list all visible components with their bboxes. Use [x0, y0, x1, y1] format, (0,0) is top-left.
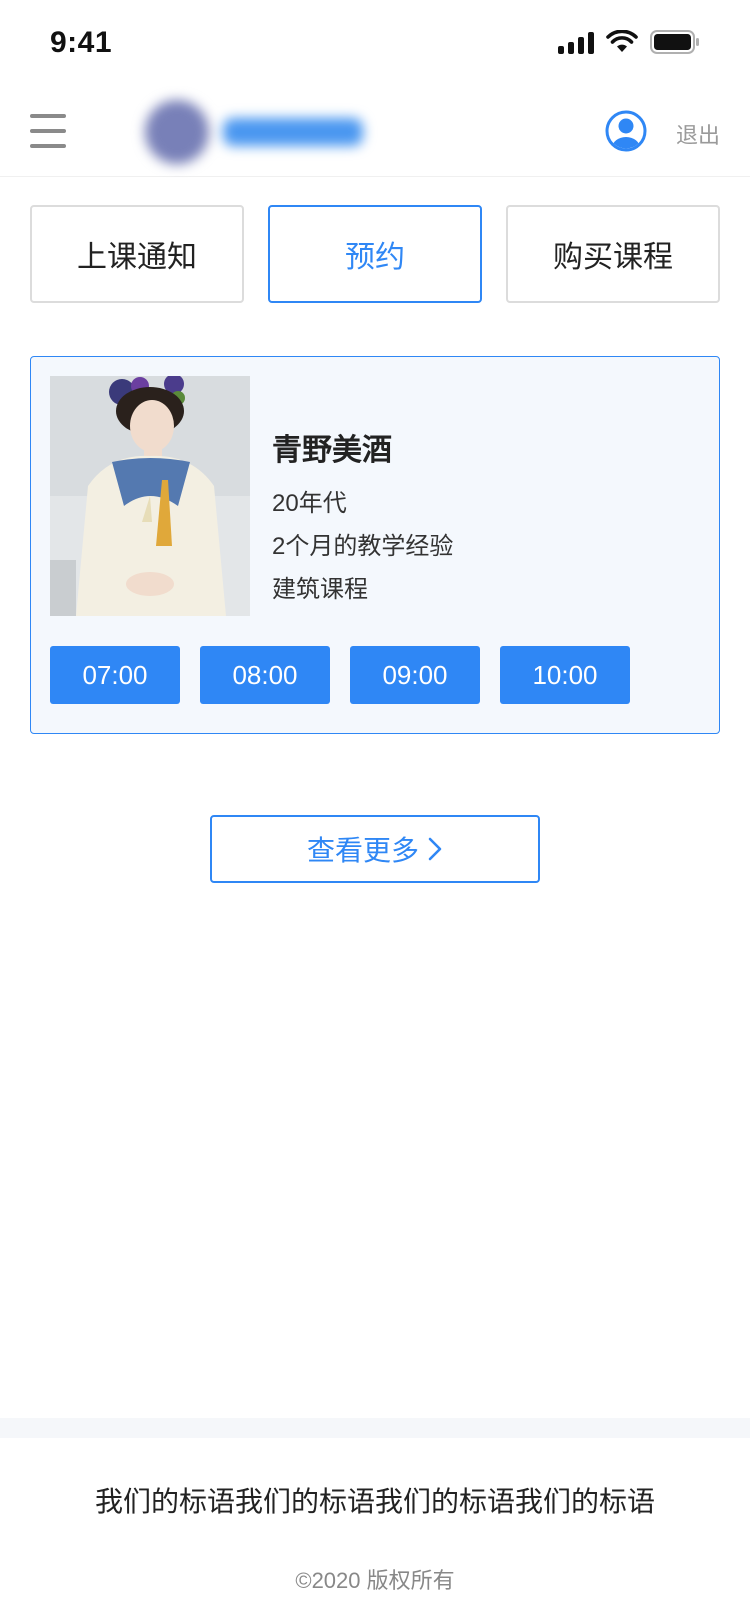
tab-class-notice[interactable]: 上课通知: [30, 205, 244, 303]
logout-link[interactable]: 退出: [676, 118, 720, 150]
tab-buy-course[interactable]: 购买课程: [506, 205, 720, 303]
time-slot-button[interactable]: 07:00: [50, 646, 180, 704]
view-more-label: 查看更多: [306, 835, 419, 866]
status-bar: 9:41: [0, 0, 750, 88]
wifi-icon: [606, 30, 638, 52]
tab-bar: 上课通知 预约 购买课程: [30, 205, 720, 305]
footer-copyright: ©2020 版权所有: [295, 1568, 455, 1593]
teacher-age: 20年代: [272, 490, 347, 517]
user-avatar-icon[interactable]: [605, 110, 647, 152]
status-icons: [558, 30, 700, 54]
teacher-experience: 2个月的教学经验: [272, 533, 454, 560]
teacher-name: 青野美酒: [272, 434, 392, 467]
logo-text: [223, 118, 363, 146]
teacher-photo: [50, 376, 250, 616]
logo-mark: [145, 100, 209, 164]
tab-booking[interactable]: 预约: [268, 205, 482, 303]
cellular-signal-icon: [558, 30, 594, 54]
view-more-button[interactable]: 查看更多: [210, 815, 540, 883]
time-slot-button[interactable]: 08:00: [200, 646, 330, 704]
hamburger-menu-icon[interactable]: [30, 114, 66, 148]
teacher-course: 建筑课程: [272, 576, 368, 603]
teacher-card: 青野美酒 20年代 2个月的教学经验 建筑课程 07:00 08:00 09:0…: [30, 356, 720, 734]
status-time: 9:41: [50, 26, 113, 59]
brand-logo[interactable]: [145, 96, 365, 168]
battery-icon: [650, 30, 699, 54]
time-slot-button[interactable]: 09:00: [350, 646, 480, 704]
chevron-right-icon: [428, 837, 442, 861]
app-header: 退出: [0, 88, 750, 177]
footer-slogan: 我们的标语我们的标语我们的标语我们的标语: [94, 1486, 655, 1517]
footer-divider: [0, 1418, 750, 1438]
time-slot-button[interactable]: 10:00: [500, 646, 630, 704]
